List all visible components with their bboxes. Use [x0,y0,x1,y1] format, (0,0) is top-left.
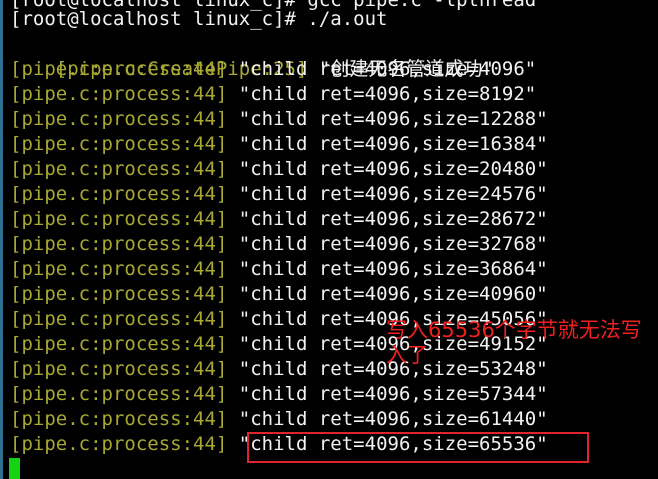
log-message: "child ret=4096,size=16384" [238,133,548,155]
log-prefix: [pipe.c:process:44] [10,408,228,430]
log-prefix: [pipe.c:process:44] [10,333,228,355]
process-log-line: [pipe.c:process:44] "child ret=4096,size… [10,257,548,282]
log-prefix: [pipe.c:process:44] [10,233,228,255]
process-log-line: [pipe.c:process:44] "child ret=4096,size… [10,182,548,207]
process-log-line: [pipe.c:process:44] "child ret=4096,size… [10,157,548,182]
log-message: "child ret=4096,size=24576" [238,183,548,205]
log-prefix: [pipe.c:process:44] [10,133,228,155]
annotation-note: 写入65536个字节就无法写入了 [386,318,642,367]
log-prefix: [pipe.c:process:44] [10,433,228,455]
log-prefix: [pipe.c:process:44] [10,83,228,105]
log-message: "child ret=4096,size=8192" [238,83,537,105]
log-message: "child ret=4096,size=28672" [238,208,548,230]
log-message: "child ret=4096,size=4096" [238,58,537,80]
log-prefix: [pipe.c:process:44] [10,208,228,230]
left-edge-bar [0,0,3,479]
terminal-window[interactable]: [root@localhost linux_c]# gcc pipe.c -lp… [0,0,658,479]
process-log-line: [pipe.c:process:44] "child ret=4096,size… [10,382,548,407]
log-prefix: [pipe.c:process:44] [10,158,228,180]
log-prefix: [pipe.c:process:44] [10,58,228,80]
log-message: "child ret=4096,size=12288" [238,108,548,130]
create-pipe-log-line: [pipe.c:CreatePipe:25] "创建无名管道成功" [10,32,494,80]
log-prefix: [pipe.c:process:44] [10,183,228,205]
process-log-line: [pipe.c:process:44] "child ret=4096,size… [10,57,536,82]
log-message: "child ret=4096,size=36864" [238,258,548,280]
log-prefix: [pipe.c:process:44] [10,283,228,305]
command-prompt-line: [root@localhost linux_c]# ./a.out [10,8,388,30]
log-prefix: [pipe.c:process:44] [10,358,228,380]
log-message: "child ret=4096,size=57344" [238,383,548,405]
log-message: "child ret=4096,size=61440" [238,408,548,430]
process-log-line: [pipe.c:process:44] "child ret=4096,size… [10,232,548,257]
log-message: "child ret=4096,size=32768" [238,233,548,255]
log-message: "child ret=4096,size=20480" [238,158,548,180]
log-prefix: [pipe.c:process:44] [10,258,228,280]
log-prefix: [pipe.c:process:44] [10,108,228,130]
process-log-line: [pipe.c:process:44] "child ret=4096,size… [10,82,536,107]
terminal-cursor [9,458,20,479]
process-log-line: [pipe.c:process:44] "child ret=4096,size… [10,407,548,432]
process-log-line: [pipe.c:process:44] "child ret=4096,size… [10,207,548,232]
log-message: "child ret=4096,size=40960" [238,283,548,305]
log-prefix: [pipe.c:process:44] [10,308,228,330]
process-log-line: [pipe.c:process:44] "child ret=4096,size… [10,282,548,307]
log-prefix: [pipe.c:process:44] [10,383,228,405]
last-line-highlight-box [247,432,589,463]
process-log-line: [pipe.c:process:44] "child ret=4096,size… [10,132,548,157]
process-log-line: [pipe.c:process:44] "child ret=4096,size… [10,107,548,132]
